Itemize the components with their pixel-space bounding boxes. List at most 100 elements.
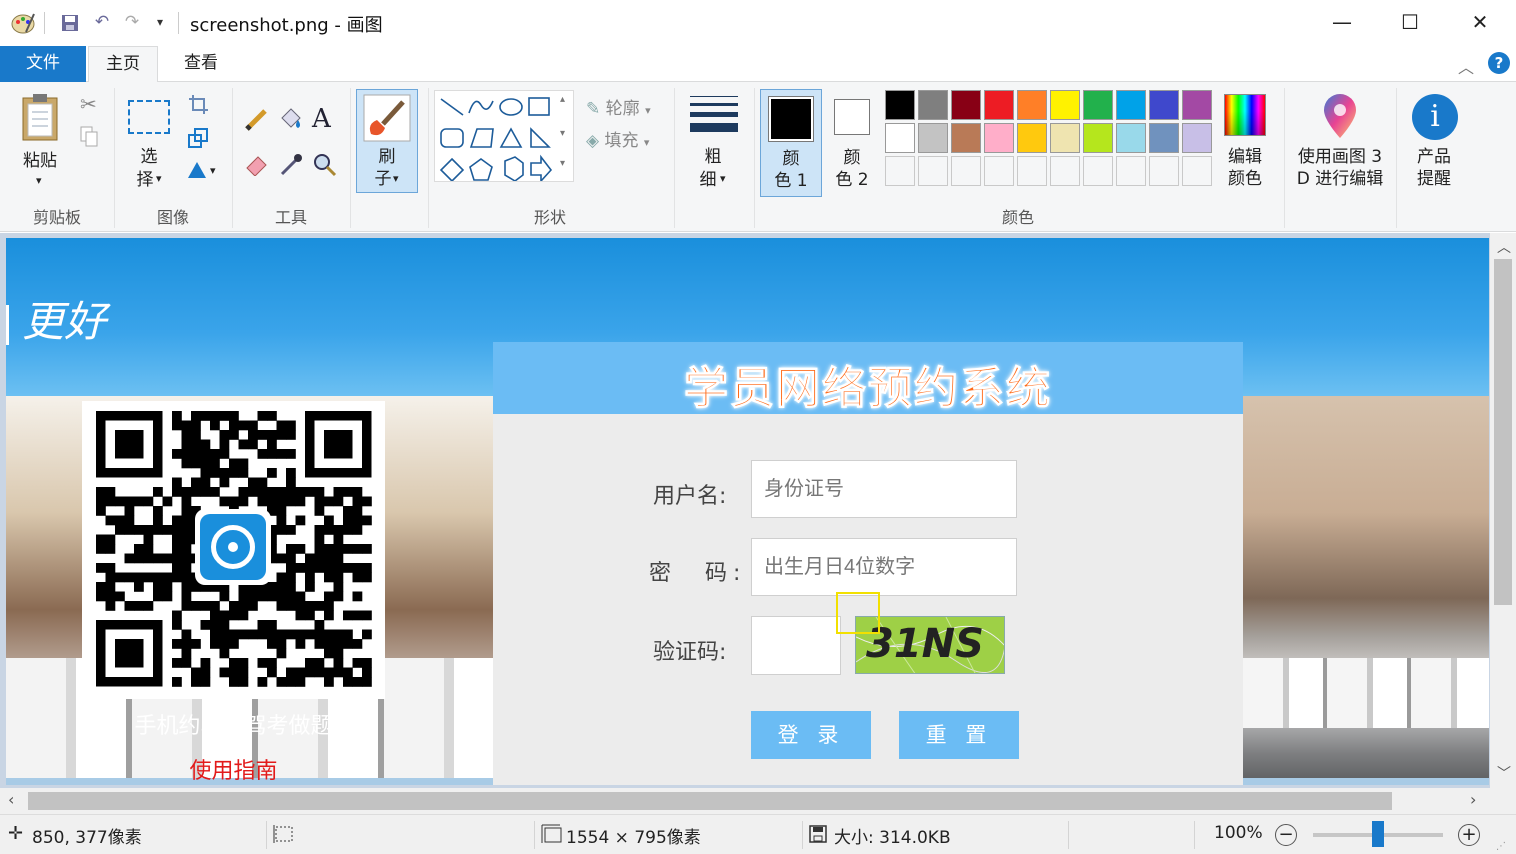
help-icon[interactable]: ? [1488, 52, 1510, 74]
zoom-slider-thumb[interactable] [1372, 821, 1384, 847]
color-swatch[interactable] [1050, 90, 1080, 120]
custom-color-slot[interactable] [1149, 156, 1179, 186]
edit-colors-button[interactable]: 编辑 颜色 [1218, 90, 1272, 200]
horizontal-scrollbar[interactable]: ‹ › [0, 788, 1490, 814]
captcha-input[interactable] [751, 616, 841, 675]
qr-module [352, 658, 363, 668]
zoom-out-button[interactable]: − [1275, 824, 1297, 846]
vertical-scroll-thumb[interactable] [1494, 259, 1512, 605]
resize-icon[interactable] [188, 128, 210, 150]
shapes-gallery[interactable] [434, 90, 574, 184]
color-swatch[interactable] [1017, 123, 1047, 153]
image-canvas[interactable]: 更好 手机约车、驾考做题 使用指南 学员网络预约系统 用户名: 身份证号 密 码… [6, 238, 1489, 785]
color-swatch[interactable] [984, 123, 1014, 153]
color-swatch[interactable] [918, 90, 948, 120]
eraser-icon[interactable] [244, 152, 270, 176]
resize-grip-icon[interactable]: ⋰ [1496, 841, 1506, 852]
color-swatch[interactable] [984, 90, 1014, 120]
collapse-ribbon-icon[interactable]: ︿ [1458, 54, 1474, 78]
redo-icon[interactable]: ↷ [122, 12, 142, 32]
color-swatch[interactable] [1017, 90, 1047, 120]
custom-color-slot[interactable] [885, 156, 915, 186]
scroll-down-icon[interactable]: ▾ [560, 128, 565, 139]
maximize-button[interactable]: ☐ [1376, 0, 1444, 46]
color-picker-icon[interactable] [278, 152, 304, 178]
vertical-scrollbar[interactable]: ︿ ﹀ [1490, 233, 1516, 788]
paste-button[interactable]: 粘贴 ▾ [6, 88, 78, 198]
undo-icon[interactable]: ↶ [92, 12, 112, 32]
color-swatch[interactable] [1182, 123, 1212, 153]
save-icon[interactable] [60, 13, 80, 33]
close-button[interactable]: ✕ [1446, 0, 1514, 46]
qr-module [219, 496, 230, 507]
custom-color-slot[interactable] [1050, 156, 1080, 186]
cut-icon[interactable]: ✂ [80, 92, 97, 116]
color-swatch[interactable] [1116, 90, 1146, 120]
qr-module [295, 591, 306, 602]
expand-gallery-icon[interactable]: ▾ [560, 158, 565, 169]
custom-color-slot[interactable] [1116, 156, 1146, 186]
paint3d-button[interactable]: 使用画图 3 D 进行编辑 [1290, 90, 1390, 200]
shape-outline-button[interactable]: ✎ 轮廓 ▾ [586, 94, 651, 119]
rotate-icon[interactable]: ▾ [186, 158, 222, 180]
qr-module [229, 629, 239, 640]
horizontal-scroll-thumb[interactable] [28, 792, 1392, 810]
color-swatch[interactable] [885, 123, 915, 153]
scroll-up-arrow-icon[interactable]: ︿ [1497, 237, 1511, 257]
qr-module [343, 677, 353, 687]
custom-color-slot[interactable] [918, 156, 948, 186]
product-alert-button[interactable]: i 产品 提醒 [1404, 90, 1464, 200]
chevron-down-icon: ▾ [393, 172, 399, 185]
shape-fill-button[interactable]: ◈ 填充 ▾ [586, 126, 649, 151]
color-swatch[interactable] [1083, 123, 1113, 153]
color2-button[interactable]: 颜 色 2 [822, 89, 884, 197]
tab-home[interactable]: 主页 [88, 46, 158, 83]
custom-color-slot[interactable] [951, 156, 981, 186]
color-swatch[interactable] [1182, 90, 1212, 120]
qr-module [172, 525, 182, 535]
pencil-icon[interactable] [244, 106, 268, 132]
minimize-button[interactable]: — [1308, 0, 1376, 46]
color-swatch[interactable] [1116, 123, 1146, 153]
color2-swatch [834, 99, 870, 135]
color-swatch[interactable] [951, 90, 981, 120]
scroll-left-arrow-icon[interactable]: ‹ [8, 790, 14, 809]
qr-module [200, 667, 211, 678]
custom-color-slot[interactable] [1017, 156, 1047, 186]
crop-icon[interactable] [188, 94, 210, 116]
fill-bucket-icon[interactable] [278, 106, 304, 132]
size-button[interactable]: 粗 细 ▾ [684, 92, 744, 194]
color-swatch[interactable] [1050, 123, 1080, 153]
scroll-right-arrow-icon[interactable]: › [1470, 790, 1476, 809]
custom-color-slot[interactable] [1083, 156, 1113, 186]
paint-app-icon[interactable] [10, 10, 36, 36]
scroll-down-arrow-icon[interactable]: ﹀ [1497, 763, 1511, 783]
customize-quick-access-icon[interactable]: ▾ [150, 12, 170, 32]
text-tool-icon[interactable]: A [312, 104, 331, 134]
color-swatch[interactable] [918, 123, 948, 153]
color1-button[interactable]: 颜 色 1 [760, 89, 822, 197]
guide-link[interactable]: 使用指南 [82, 753, 385, 785]
select-button[interactable]: 选 择 ▾ [122, 92, 178, 200]
username-input[interactable] [751, 460, 1017, 518]
custom-color-slot[interactable] [984, 156, 1014, 186]
custom-color-slot[interactable] [1182, 156, 1212, 186]
tab-file[interactable]: 文件 [0, 46, 86, 82]
color-swatch[interactable] [1149, 90, 1179, 120]
color-swatch[interactable] [951, 123, 981, 153]
cursor-position: 850, 377像素 [32, 828, 142, 848]
password-input[interactable] [751, 538, 1017, 596]
zoom-in-button[interactable]: + [1458, 824, 1480, 846]
color-swatch[interactable] [1149, 123, 1179, 153]
color-swatch[interactable] [885, 90, 915, 120]
login-button[interactable]: 登 录 [751, 711, 871, 759]
brushes-button[interactable]: 刷 子 ▾ [356, 89, 418, 193]
magnifier-icon[interactable] [312, 152, 338, 178]
reset-button[interactable]: 重 置 [899, 711, 1019, 759]
copy-icon[interactable] [80, 126, 98, 148]
color-swatch[interactable] [1083, 90, 1113, 120]
qr-module [172, 515, 182, 526]
scroll-up-icon[interactable]: ▴ [560, 94, 565, 105]
edit-colors-label-1: 编辑 [1228, 147, 1262, 167]
tab-view[interactable]: 查看 [166, 46, 236, 82]
